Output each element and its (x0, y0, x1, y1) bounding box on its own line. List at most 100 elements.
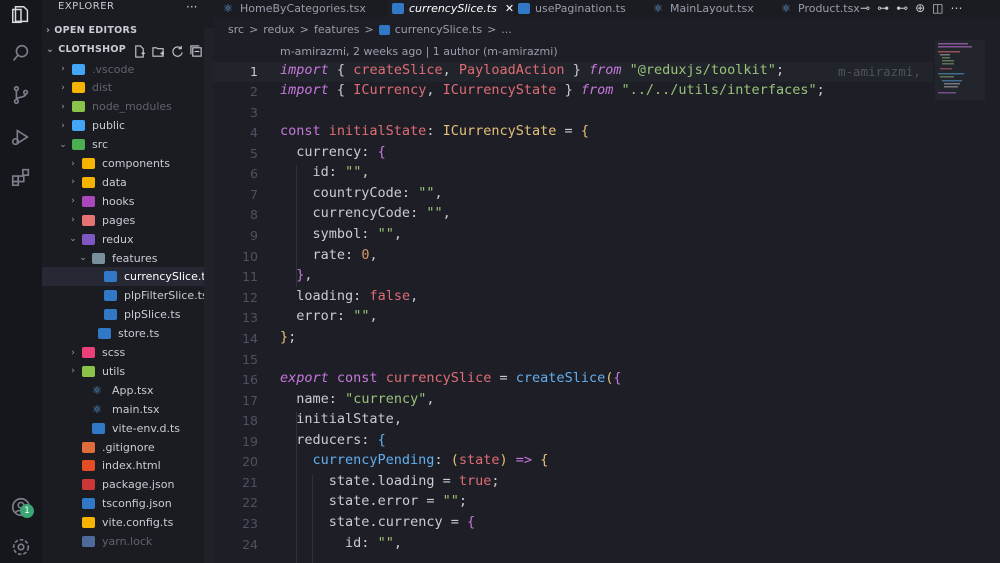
tree-item-file-vite-config[interactable]: vite.config.ts (68, 514, 173, 532)
tree-item-folder-src[interactable]: ⌄ src (58, 136, 108, 154)
tree-item-folder-dist[interactable]: › dist (58, 79, 112, 97)
tree-item-folder-scss[interactable]: › scss (68, 344, 125, 362)
tree-item-label: .vscode (92, 62, 135, 76)
tree-item-label: pages (102, 213, 136, 227)
explorer-title: EXPLORER (58, 1, 115, 12)
tab-currency-slice[interactable]: currencySlice.ts ✕ (388, 0, 514, 17)
tree-item-folder-features[interactable]: ⌄ features (78, 249, 157, 267)
tree-item-file-tsconfig[interactable]: tsconfig.json (68, 495, 172, 513)
more-actions-icon[interactable]: ⋯ (950, 1, 962, 15)
code-line: state.error = ""; (328, 493, 468, 509)
tree-item-file-yarn-lock[interactable]: yarn.lock (68, 533, 152, 551)
chevron-right-icon: › (71, 215, 75, 226)
react-icon: ⚛ (781, 2, 791, 15)
code-line: }, (296, 267, 313, 283)
breadcrumb-features[interactable]: features (314, 23, 359, 36)
split-editor-icon[interactable]: ◫ (932, 1, 943, 15)
tree-item-file-gitignore[interactable]: .gitignore (68, 438, 155, 456)
settings-gear-icon[interactable] (8, 534, 34, 560)
tree-item-folder-data[interactable]: › data (68, 173, 127, 191)
next-change-icon[interactable]: ⊷ (896, 1, 908, 15)
source-control-icon[interactable] (8, 82, 34, 108)
chevron-right-icon: › (61, 120, 65, 131)
line-number: 1 (250, 64, 258, 79)
line-number: 17 (242, 393, 258, 408)
project-section[interactable]: ⌄ CLOTHSHOP (46, 44, 126, 55)
collapse-all-icon[interactable] (190, 43, 203, 57)
react-file-icon: ⚛ (92, 402, 102, 416)
tab-home-by-categories[interactable]: ⚛ HomeByCategories.tsx (223, 0, 378, 17)
chevron-right-icon: › (71, 196, 75, 207)
tree-item-folder-node-modules[interactable]: › node_modules (58, 98, 172, 116)
minimap[interactable] (935, 40, 985, 120)
import-path: "../../utils/interfaces" (621, 82, 817, 98)
tree-item-folder-hooks[interactable]: › hooks (68, 192, 134, 210)
tree-item-file-currency-slice[interactable]: currencySlice.ts (90, 268, 211, 286)
tab-label: Product.tsx (798, 2, 860, 15)
tree-item-file-plp-filter-slice[interactable]: plpFilterSlice.ts (90, 287, 208, 305)
tree-item-folder-pages[interactable]: › pages (68, 211, 135, 229)
tree-item-file-package-json[interactable]: package.json (68, 476, 174, 494)
react-icon: ⚛ (223, 2, 233, 15)
code-line: const initialState: ICurrencyState = { (280, 123, 589, 139)
chevron-right-icon: › (61, 82, 65, 93)
folder-icon (82, 176, 95, 188)
tree-item-label: plpSlice.ts (124, 308, 181, 322)
tree-item-folder-components[interactable]: › components (68, 155, 170, 173)
tab-product[interactable]: ⚛ Product.tsx (781, 0, 861, 17)
new-file-icon[interactable] (133, 43, 146, 58)
tree-item-label: redux (102, 232, 134, 246)
line-number: 15 (242, 352, 258, 367)
code-line: state.loading = true; (328, 473, 500, 489)
file-icon (82, 536, 95, 547)
close-tab-icon[interactable]: ✕ (505, 2, 514, 15)
tree-item-file-app[interactable]: ⚛ App.tsx (78, 381, 154, 399)
line-number: 8 (250, 207, 258, 222)
tree-item-folder-vscode[interactable]: › .vscode (58, 60, 134, 78)
tree-item-file-store[interactable]: store.ts (84, 325, 159, 343)
breadcrumb-redux[interactable]: redux (263, 23, 295, 36)
run-debug-icon[interactable] (8, 124, 34, 150)
open-editors-section[interactable]: › OPEN EDITORS (46, 25, 137, 36)
slice-name-string: "currency" (345, 391, 427, 407)
file-icon (104, 290, 117, 302)
tree-item-file-main[interactable]: ⚛ main.tsx (78, 400, 160, 418)
tree-item-folder-utils[interactable]: › utils (68, 362, 125, 380)
tree-item-label: components (102, 157, 170, 170)
extensions-icon[interactable] (8, 164, 34, 190)
tree-item-folder-public[interactable]: › public (58, 117, 125, 135)
refresh-icon[interactable] (171, 43, 184, 57)
chevron-down-icon: ⌄ (46, 44, 55, 55)
breadcrumb-src[interactable]: src (228, 23, 244, 36)
breadcrumb-symbol[interactable]: ... (501, 23, 512, 36)
timeline-icon[interactable]: ⊸ (860, 1, 870, 15)
breadcrumb-file[interactable]: currencySlice.ts (395, 23, 482, 36)
git-compare-icon[interactable]: ⊕ (915, 1, 925, 15)
code-line: error: "", (296, 308, 378, 324)
tree-item-label: .gitignore (102, 440, 155, 454)
tab-main-layout[interactable]: ⚛ MainLayout.tsx (653, 0, 773, 17)
new-folder-icon[interactable] (152, 43, 165, 57)
git-blame-codelens[interactable]: m-amirazmi, 2 weeks ago | 1 author (m-am… (280, 45, 558, 58)
file-icon (92, 422, 105, 434)
tab-use-pagination[interactable]: usePagination.ts (518, 0, 638, 17)
tree-item-label: App.tsx (112, 383, 154, 397)
file-icon (104, 309, 117, 321)
search-icon[interactable] (8, 40, 34, 66)
tree-item-label: currencySlice.ts (124, 270, 212, 284)
tree-item-file-plp-slice[interactable]: plpSlice.ts (90, 306, 180, 324)
code-line: loading: false, (296, 288, 419, 304)
tree-item-folder-redux[interactable]: ⌄ redux (68, 230, 134, 248)
explorer-more-button[interactable]: ··· (186, 0, 197, 14)
chevron-right-icon: › (46, 25, 51, 36)
line-number: 22 (242, 495, 258, 510)
tree-item-label: node_modules (92, 100, 172, 114)
previous-change-icon[interactable]: ⊶ (877, 1, 889, 15)
line-number: 3 (250, 105, 258, 120)
explorer-icon[interactable] (8, 2, 34, 28)
tree-item-label: vite.config.ts (102, 516, 174, 530)
tree-item-file-index-html[interactable]: index.html (68, 457, 161, 475)
line-number: 13 (242, 310, 258, 325)
sidebar-scrollbar[interactable] (204, 28, 213, 563)
tree-item-file-vite-env[interactable]: vite-env.d.ts (78, 419, 180, 437)
